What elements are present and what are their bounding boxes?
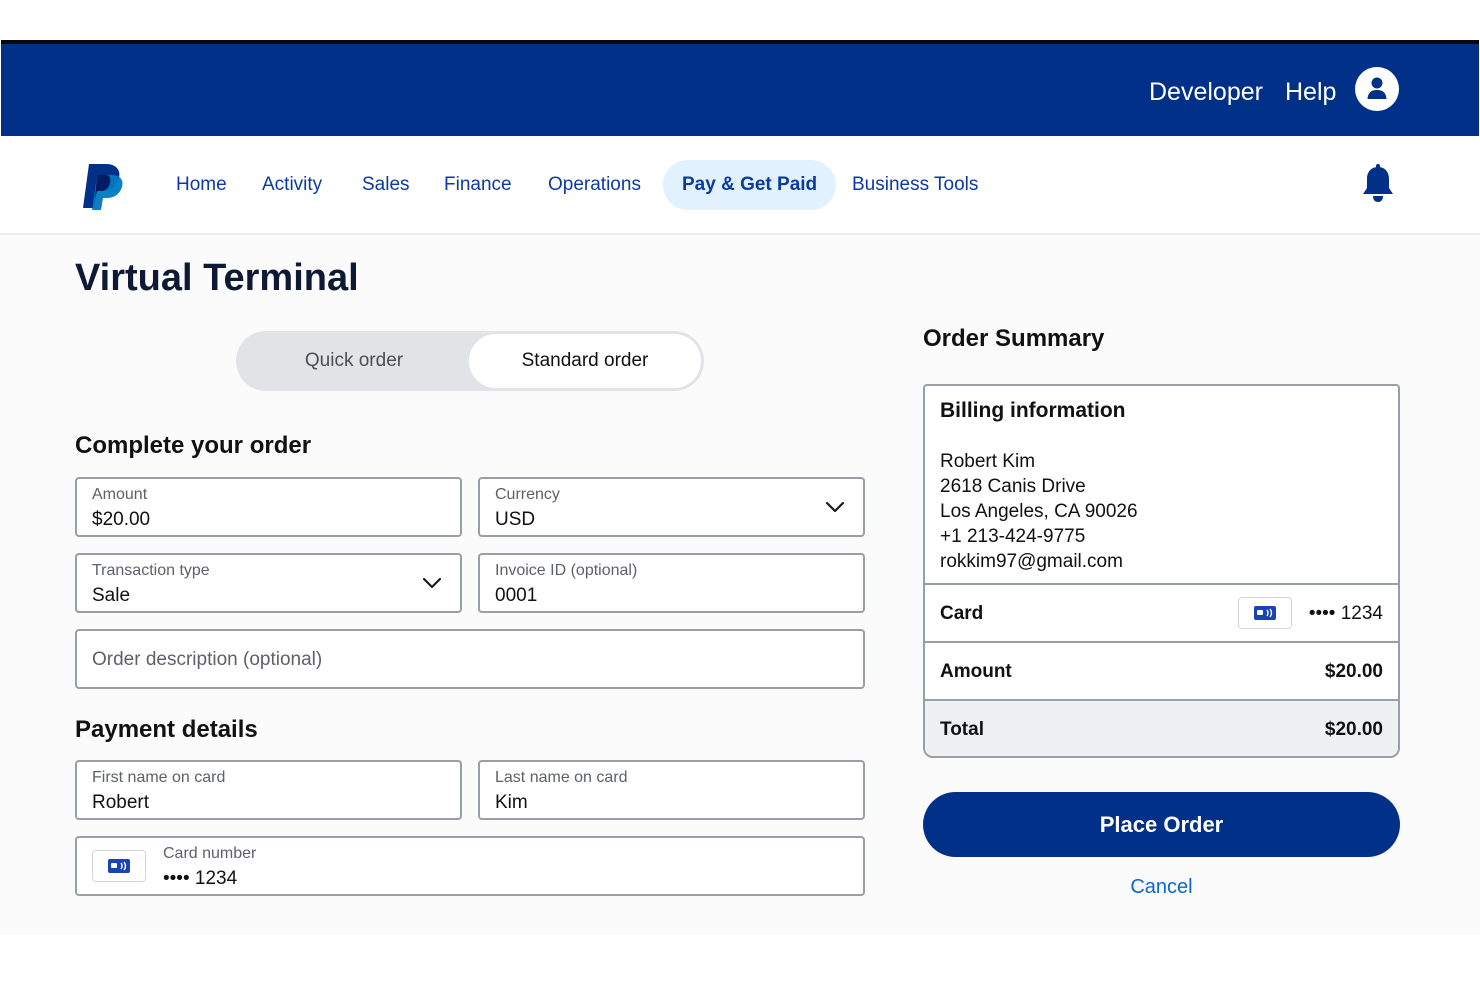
currency-select[interactable]: Currency USD — [478, 477, 865, 537]
developer-link[interactable]: Developer — [1149, 78, 1263, 106]
summary-total-row: Total $20.00 — [925, 699, 1398, 756]
billing-phone: +1 213-424-9775 — [940, 526, 1086, 547]
nav-item-activity[interactable]: Activity — [262, 160, 322, 210]
billing-city: Los Angeles, CA 90026 — [940, 501, 1138, 522]
first-name-label: First name on card — [92, 769, 226, 786]
quick-order-tab[interactable]: Quick order — [236, 331, 472, 391]
page-title: Virtual Terminal — [75, 257, 359, 299]
order-type-toggle: Quick order Standard order — [236, 331, 704, 391]
help-link[interactable]: Help — [1285, 78, 1336, 106]
summary-total-value: $20.00 — [1324, 719, 1383, 740]
amount-value: $20.00 — [92, 509, 151, 530]
billing-street: 2618 Canis Drive — [940, 476, 1086, 497]
user-icon — [1367, 77, 1387, 99]
invoice-id-field[interactable]: Invoice ID (optional) 0001 — [478, 553, 865, 613]
utility-bar: Developer Help — [1, 40, 1479, 136]
order-summary-card: Billing information Robert Kim 2618 Cani… — [923, 384, 1400, 758]
summary-card-number: •••• 1234 — [1308, 603, 1383, 624]
summary-amount-value: $20.00 — [1324, 661, 1383, 682]
billing-name: Robert Kim — [940, 451, 1036, 472]
nav-item-sales[interactable]: Sales — [362, 160, 410, 210]
billing-email: rokkim97@gmail.com — [940, 551, 1123, 572]
complete-order-heading: Complete your order — [75, 432, 312, 459]
main-nav: Home Activity Sales Finance Operations P… — [0, 136, 1480, 235]
last-name-label: Last name on card — [495, 769, 628, 786]
last-name-field[interactable]: Last name on card Kim — [478, 760, 865, 820]
card-icon — [92, 850, 146, 882]
place-order-button[interactable]: Place Order — [923, 792, 1400, 857]
bell-icon[interactable] — [1360, 164, 1396, 204]
cancel-link[interactable]: Cancel — [923, 874, 1400, 900]
summary-amount-label: Amount — [940, 661, 1012, 682]
paypal-logo[interactable] — [80, 162, 124, 212]
nav-item-business-tools[interactable]: Business Tools — [852, 160, 978, 210]
transaction-type-select[interactable]: Transaction type Sale — [75, 553, 462, 613]
card-number-value: •••• 1234 — [163, 868, 238, 889]
transaction-type-value: Sale — [92, 585, 131, 606]
profile-button[interactable] — [1355, 67, 1399, 111]
currency-value: USD — [495, 509, 536, 530]
virtual-terminal-page: Developer Help Home Activity Sales Finan… — [0, 0, 1480, 987]
transaction-type-label: Transaction type — [92, 562, 210, 579]
billing-info-heading: Billing information — [940, 399, 1126, 422]
order-summary-heading: Order Summary — [923, 325, 1105, 352]
chevron-down-icon — [825, 501, 845, 513]
summary-card-row: Card •••• 1234 — [925, 583, 1398, 641]
amount-field[interactable]: Amount $20.00 — [75, 477, 462, 537]
card-icon — [1238, 597, 1292, 629]
chevron-down-icon — [422, 577, 442, 589]
invoice-id-label: Invoice ID (optional) — [495, 562, 638, 579]
summary-amount-row: Amount $20.00 — [925, 641, 1398, 699]
nav-item-finance[interactable]: Finance — [444, 160, 512, 210]
card-number-field[interactable]: Card number •••• 1234 — [75, 836, 865, 896]
nav-item-pay-and-get-paid[interactable]: Pay & Get Paid — [663, 160, 837, 210]
invoice-id-value: 0001 — [495, 585, 538, 606]
order-description-field[interactable]: Order description (optional) — [75, 629, 865, 689]
summary-total-label: Total — [940, 719, 984, 740]
currency-label: Currency — [495, 486, 560, 503]
last-name-value: Kim — [495, 792, 528, 813]
nav-item-operations[interactable]: Operations — [548, 160, 641, 210]
nav-item-home[interactable]: Home — [176, 160, 227, 210]
first-name-value: Robert — [92, 792, 150, 813]
card-number-label: Card number — [163, 845, 257, 862]
payment-details-heading: Payment details — [75, 716, 258, 743]
first-name-field[interactable]: First name on card Robert — [75, 760, 462, 820]
amount-label: Amount — [92, 486, 148, 503]
standard-order-tab[interactable]: Standard order — [469, 334, 701, 388]
order-description-placeholder: Order description (optional) — [92, 649, 323, 670]
summary-card-label: Card — [940, 603, 984, 624]
